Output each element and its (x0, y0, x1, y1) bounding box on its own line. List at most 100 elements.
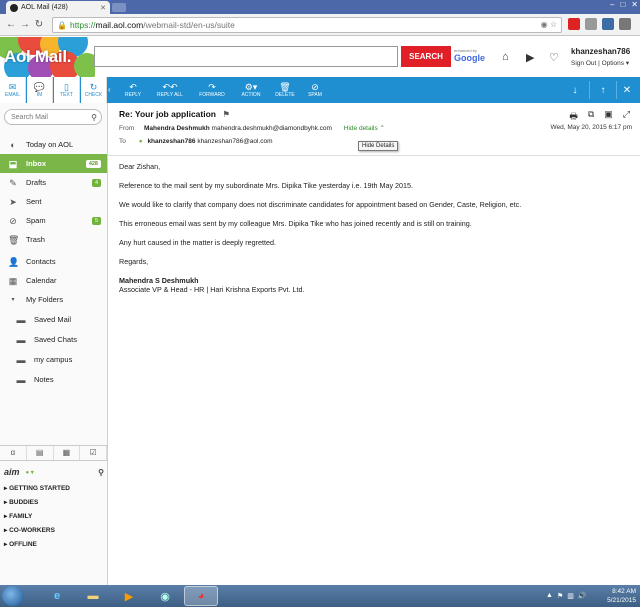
action-button[interactable]: ⚙▾ ACTION (235, 77, 267, 103)
media-player-icon[interactable]: ▶ (112, 586, 146, 606)
status-dot-icon: ● (138, 138, 143, 145)
spam-button[interactable]: ⊘ SPAM (302, 77, 328, 103)
delete-button[interactable]: 🗑 DELETE (270, 77, 300, 103)
aol-mail-logo[interactable]: Aol Mail. (4, 47, 72, 67)
sidebar-item-label: Calendar (26, 276, 57, 285)
sidebar-item-sent[interactable]: ➤ Sent (0, 192, 107, 211)
forward-button[interactable]: ↷ FORWARD (194, 77, 230, 103)
chat-icon: 💬 (33, 82, 46, 92)
hide-details-link[interactable]: Hide details ⌃ (344, 125, 385, 132)
sidebar-item-notes[interactable]: ▬ Notes (0, 370, 107, 389)
network-app-icon[interactable]: ◉ (148, 586, 182, 606)
aim-bar: aim ● ▾ ⚲ (4, 465, 104, 479)
text-button[interactable]: ▯ TEXT (54, 77, 80, 103)
buddy-group-getting-started[interactable]: ▸ GETTING STARTED (4, 484, 104, 492)
contacts-icon: 👤 (8, 256, 20, 267)
gear-icon: ⚙▾ (244, 82, 258, 92)
buddy-group-co-workers[interactable]: ▸ CO-WORKERS (4, 526, 104, 534)
new-tab-button[interactable] (112, 3, 126, 12)
chrome-icon[interactable]: ◕ (184, 586, 218, 606)
web-search-input[interactable] (94, 46, 398, 67)
sign-out-link[interactable]: Sign Out (571, 60, 596, 67)
sidebar-item-drafts[interactable]: ✎ Drafts 4 (0, 173, 107, 192)
online-status-icon[interactable]: ● ▾ (26, 469, 34, 476)
start-button[interactable] (2, 586, 24, 606)
sidebar-item-inbox[interactable]: ⬓ Inbox 428 (0, 154, 107, 173)
forward-icon[interactable]: → (18, 19, 32, 30)
reply-button[interactable]: ↶ REPLY (118, 77, 148, 103)
from-email[interactable]: mahendra.deshmukh@diamondbyhk.com (212, 125, 332, 132)
sidebar-item-contacts[interactable]: 👤 Contacts (0, 252, 107, 271)
buddy-group-family[interactable]: ▸ FAMILY (4, 512, 104, 520)
close-tab-icon[interactable]: ✕ (100, 4, 106, 12)
email-button[interactable]: ✉ EMAIL (0, 77, 26, 103)
im-button[interactable]: 💬 IM (27, 77, 53, 103)
sidebar-item-my-folders[interactable]: ▾ My Folders (0, 290, 107, 309)
from-name[interactable]: Mahendra Deshmukh (144, 125, 210, 132)
sent-icon: ➤ (9, 196, 17, 207)
file-explorer-icon[interactable]: ▬ (76, 586, 110, 606)
to-email[interactable]: khanzeshan786@aol.com (197, 138, 272, 145)
contact-card-icon[interactable]: ▤ (27, 446, 54, 460)
extension-icon[interactable] (585, 18, 597, 30)
maximize-icon[interactable]: □ (620, 0, 625, 9)
sidebar-item-label: Drafts (26, 178, 47, 187)
home-icon[interactable]: ⌂ (502, 51, 509, 63)
signature-name: Mahendra S Deshmukh (119, 276, 199, 285)
url-host: mail.aol.com (95, 20, 144, 30)
buddy-group-offline[interactable]: ▸ OFFLINE (4, 540, 104, 548)
search-icon[interactable]: ⚲ (91, 113, 97, 122)
sidebar-item-spam[interactable]: ⊘ Spam 5 (0, 211, 107, 230)
extension-icon[interactable] (602, 18, 614, 30)
next-message-arrow-icon[interactable]: ↓ (562, 77, 588, 103)
search-mail-placeholder: Search Mail (11, 113, 48, 121)
network-tray-icon[interactable]: ▥ (567, 592, 574, 600)
popout-icon[interactable]: ⧉ (588, 109, 594, 125)
search-mail-input[interactable]: Search Mail ⚲ (4, 109, 102, 125)
volume-icon[interactable]: 🔊 (578, 592, 587, 600)
heart-icon[interactable]: ♡ (549, 51, 559, 64)
video-icon[interactable]: ▶ (526, 51, 534, 64)
clock[interactable]: 8:42 AM 5/21/2015 (607, 587, 636, 605)
search-buddies-icon[interactable]: ⚲ (98, 468, 104, 477)
trash-icon: 🗑 (279, 82, 291, 92)
sidebar-item-my-campus[interactable]: ▬ my campus (0, 350, 107, 369)
collapse-icon[interactable]: ‹ (108, 85, 111, 94)
flag-icon[interactable]: ⚑ (222, 109, 230, 119)
address-bar[interactable]: 🔒 https:// mail.aol.com /webmail-std/en-… (52, 17, 562, 33)
sidebar-item-today-on-aol[interactable]: ◐ Today on AOL (0, 135, 107, 154)
search-button[interactable]: SEARCH (401, 46, 451, 67)
previous-message-arrow-icon[interactable]: ↑ (590, 77, 616, 103)
options-link[interactable]: Options ▾ (602, 60, 629, 67)
notes-tab-icon[interactable]: ☑ (80, 446, 107, 460)
reply-all-button[interactable]: ↶↶ REPLY ALL (150, 77, 190, 103)
action-label: ACTION (241, 92, 261, 98)
menu-icon[interactable] (619, 18, 631, 30)
print-icon[interactable]: 🖶 (569, 109, 578, 125)
back-icon[interactable]: ← (4, 19, 18, 30)
move-icon[interactable]: ▣ (604, 109, 613, 125)
sidebar-item-saved-mail[interactable]: ▬ Saved Mail (0, 310, 107, 329)
sidebar-item-saved-chats[interactable]: ▬ Saved Chats (0, 330, 107, 349)
check-button[interactable]: ↻ CHECK (81, 77, 107, 103)
close-message-icon[interactable]: ✕ (614, 77, 640, 103)
internet-explorer-icon[interactable]: e (40, 586, 74, 606)
buddy-group-buddies[interactable]: ▸ BUDDIES (4, 498, 104, 506)
email-label: EMAIL (4, 92, 20, 98)
expand-icon[interactable]: ⤢ (623, 109, 630, 125)
sidebar-item-trash[interactable]: 🗑 Trash (0, 230, 107, 249)
aim-tab-icon[interactable]: ɑ (0, 446, 27, 460)
calendar-tab-icon[interactable]: ▦ (54, 446, 81, 460)
show-hidden-icons-icon[interactable]: ▲ (546, 592, 553, 600)
minimize-icon[interactable]: – (610, 0, 614, 9)
bookmark-star-icon[interactable]: ◉ ☆ (541, 20, 557, 29)
reload-icon[interactable]: ↻ (32, 19, 46, 30)
close-window-icon[interactable]: ✕ (631, 0, 638, 9)
browser-tab[interactable]: AOL Mail (428) ✕ (6, 1, 110, 14)
message-date: Wed, May 20, 2015 6:17 pm (550, 124, 632, 131)
extension-icon[interactable] (568, 18, 580, 30)
to-name[interactable]: khanzeshan786 (147, 138, 195, 145)
sidebar-item-calendar[interactable]: ▦ Calendar (0, 271, 107, 290)
flag-tray-icon[interactable]: ⚑ (557, 592, 563, 600)
body-paragraph: Dear Zishan, (119, 162, 161, 171)
